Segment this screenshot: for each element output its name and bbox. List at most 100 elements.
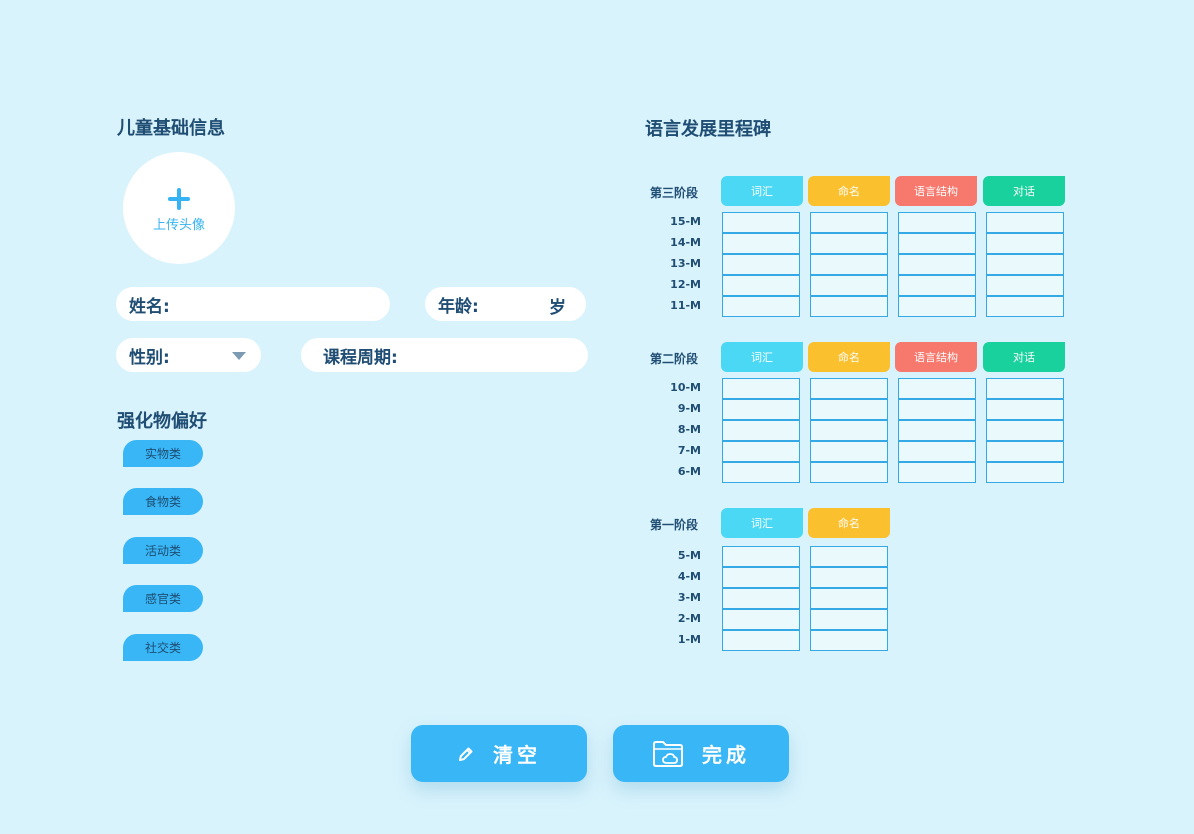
milestone-row-label: 14-M [670, 236, 701, 249]
milestone-cell[interactable] [810, 462, 888, 483]
milestone-cell[interactable] [810, 546, 888, 567]
milestone-column-header[interactable]: 语言结构 [895, 342, 977, 372]
milestone-cell[interactable] [898, 378, 976, 399]
avatar-upload-label: 上传头像 [152, 217, 205, 233]
milestone-cell[interactable] [986, 399, 1064, 420]
name-field[interactable]: 姓名: [116, 287, 390, 321]
milestone-cell[interactable] [810, 588, 888, 609]
milestone-column-header[interactable]: 词汇 [721, 176, 803, 206]
milestone-cell[interactable] [722, 441, 800, 462]
pencil-icon [459, 747, 473, 761]
milestone-cell[interactable] [898, 233, 976, 254]
milestone-cell[interactable] [986, 254, 1064, 275]
milestone-cell[interactable] [810, 378, 888, 399]
milestone-cell[interactable] [810, 212, 888, 233]
milestone-cell[interactable] [722, 630, 800, 651]
milestone-row-label: 2-M [677, 612, 701, 625]
stage-label: 第三阶段 [650, 186, 699, 200]
reinforcer-tag[interactable]: 实物类 [123, 440, 203, 467]
milestone-column-header[interactable]: 命名 [808, 508, 890, 538]
milestone-cell[interactable] [898, 212, 976, 233]
milestone-cell[interactable] [722, 296, 800, 317]
milestone-cell[interactable] [810, 567, 888, 588]
clear-button[interactable]: 清空 [411, 725, 587, 782]
milestone-cell[interactable] [986, 275, 1064, 296]
reinforcer-tag[interactable]: 活动类 [123, 537, 203, 564]
milestone-cell[interactable] [722, 254, 800, 275]
age-unit: 岁 [549, 298, 566, 318]
milestone-cell[interactable] [722, 378, 800, 399]
milestone-row-label: 6-M [677, 465, 701, 478]
milestone-cell[interactable] [898, 420, 976, 441]
reinforcer-tag[interactable]: 感官类 [123, 585, 203, 612]
reinforcer-tag[interactable]: 食物类 [123, 488, 203, 515]
milestone-cell[interactable] [810, 441, 888, 462]
done-button[interactable]: 完成 [613, 725, 789, 782]
milestone-row-label: 8-M [677, 423, 701, 436]
milestone-cell[interactable] [986, 441, 1064, 462]
gender-select[interactable]: 性别: [116, 338, 261, 372]
folder-cloud-icon [653, 740, 683, 767]
milestone-cell[interactable] [898, 441, 976, 462]
course-period-label: 课程周期: [323, 347, 398, 368]
milestone-cell[interactable] [722, 275, 800, 296]
course-period-field[interactable]: 课程周期: [301, 338, 588, 372]
milestone-cell[interactable] [722, 588, 800, 609]
basic-info-title: 儿童基础信息 [117, 118, 225, 139]
milestone-cell[interactable] [810, 399, 888, 420]
reinforcer-tag[interactable]: 社交类 [123, 634, 203, 661]
milestone-cell[interactable] [810, 254, 888, 275]
milestone-column-header[interactable]: 词汇 [721, 508, 803, 538]
milestone-title: 语言发展里程碑 [645, 119, 771, 140]
milestone-cell[interactable] [722, 609, 800, 630]
name-label: 姓名: [129, 296, 170, 317]
plus-icon [168, 187, 190, 210]
stage-label: 第一阶段 [650, 518, 699, 532]
done-button-label: 完成 [702, 743, 750, 767]
reinforcer-title: 强化物偏好 [117, 411, 207, 432]
milestone-cell[interactable] [986, 233, 1064, 254]
milestone-cell[interactable] [898, 296, 976, 317]
milestone-cell[interactable] [722, 212, 800, 233]
milestone-column-header[interactable]: 对话 [983, 342, 1065, 372]
milestone-row-label: 15-M [670, 215, 701, 228]
milestone-column-header[interactable]: 命名 [808, 342, 890, 372]
chevron-down-icon[interactable] [232, 352, 246, 360]
milestone-column-header[interactable]: 对话 [983, 176, 1065, 206]
milestone-row-label: 11-M [670, 299, 701, 312]
age-field[interactable]: 年龄: 岁 [425, 287, 586, 321]
milestone-row-label: 13-M [670, 257, 701, 270]
milestone-row-label: 9-M [677, 402, 701, 415]
milestone-column-header[interactable]: 语言结构 [895, 176, 977, 206]
milestone-row-label: 10-M [670, 381, 701, 394]
stage-label: 第二阶段 [650, 352, 699, 366]
milestone-cell[interactable] [810, 609, 888, 630]
milestone-row-label: 3-M [677, 591, 701, 604]
milestone-cell[interactable] [810, 275, 888, 296]
age-label: 年龄: [438, 296, 479, 317]
milestone-cell[interactable] [810, 630, 888, 651]
milestone-row-label: 1-M [677, 633, 701, 646]
milestone-cell[interactable] [986, 378, 1064, 399]
milestone-cell[interactable] [722, 420, 800, 441]
milestone-cell[interactable] [810, 233, 888, 254]
milestone-cell[interactable] [986, 212, 1064, 233]
milestone-cell[interactable] [898, 275, 976, 296]
milestone-cell[interactable] [986, 420, 1064, 441]
milestone-row-label: 7-M [677, 444, 701, 457]
milestone-cell[interactable] [722, 546, 800, 567]
milestone-cell[interactable] [722, 462, 800, 483]
milestone-cell[interactable] [722, 233, 800, 254]
milestone-column-header[interactable]: 词汇 [721, 342, 803, 372]
milestone-cell[interactable] [898, 254, 976, 275]
milestone-cell[interactable] [898, 462, 976, 483]
milestone-cell[interactable] [986, 462, 1064, 483]
milestone-cell[interactable] [986, 296, 1064, 317]
milestone-cell[interactable] [898, 399, 976, 420]
milestone-column-header[interactable]: 命名 [808, 176, 890, 206]
milestone-cell[interactable] [810, 420, 888, 441]
milestone-cell[interactable] [722, 567, 800, 588]
milestone-cell[interactable] [810, 296, 888, 317]
avatar-upload-button[interactable]: 上传头像 [123, 152, 235, 264]
milestone-cell[interactable] [722, 399, 800, 420]
